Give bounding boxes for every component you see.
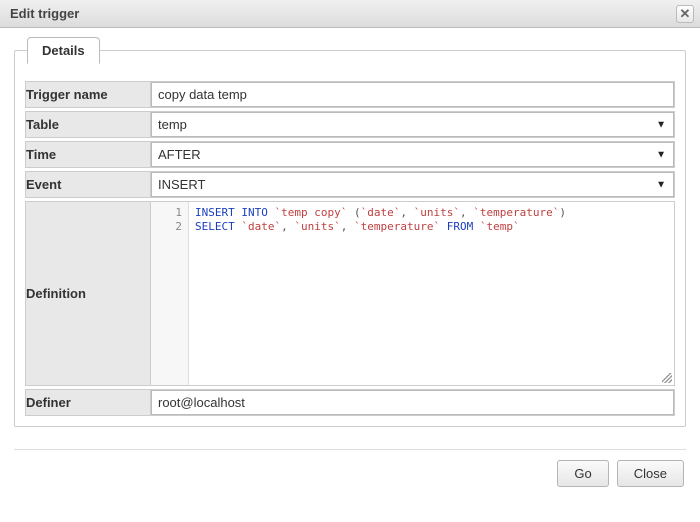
go-button[interactable]: Go bbox=[557, 460, 608, 487]
label-definition: Definition bbox=[26, 202, 151, 386]
definer-input[interactable] bbox=[151, 390, 674, 415]
resize-handle-icon[interactable] bbox=[662, 373, 672, 383]
table-select[interactable]: temp bbox=[151, 112, 674, 137]
form-table: Trigger name Table temp ▼ bbox=[25, 81, 675, 416]
label-table: Table bbox=[26, 112, 151, 138]
label-definer: Definer bbox=[26, 390, 151, 416]
dialog-titlebar: Edit trigger ✕ bbox=[0, 0, 700, 28]
tabs: Details bbox=[27, 37, 100, 63]
editor-gutter: 12 bbox=[151, 202, 189, 385]
dialog-footer: Go Close bbox=[0, 450, 700, 497]
event-select[interactable]: INSERT bbox=[151, 172, 674, 197]
dialog-body: Details Trigger name Table temp ▼ bbox=[0, 28, 700, 437]
trigger-name-input[interactable] bbox=[151, 82, 674, 107]
label-time: Time bbox=[26, 142, 151, 168]
close-icon[interactable]: ✕ bbox=[676, 5, 694, 23]
dialog-title: Edit trigger bbox=[10, 6, 79, 21]
label-trigger-name: Trigger name bbox=[26, 82, 151, 108]
time-select[interactable]: AFTER bbox=[151, 142, 674, 167]
details-fieldset: Details Trigger name Table temp ▼ bbox=[14, 50, 686, 427]
label-event: Event bbox=[26, 172, 151, 198]
editor-code[interactable]: INSERT INTO `temp copy` (`date`, `units`… bbox=[189, 202, 674, 385]
definition-editor[interactable]: 12 INSERT INTO `temp copy` (`date`, `uni… bbox=[151, 202, 674, 385]
tab-details[interactable]: Details bbox=[27, 37, 100, 64]
close-button[interactable]: Close bbox=[617, 460, 684, 487]
